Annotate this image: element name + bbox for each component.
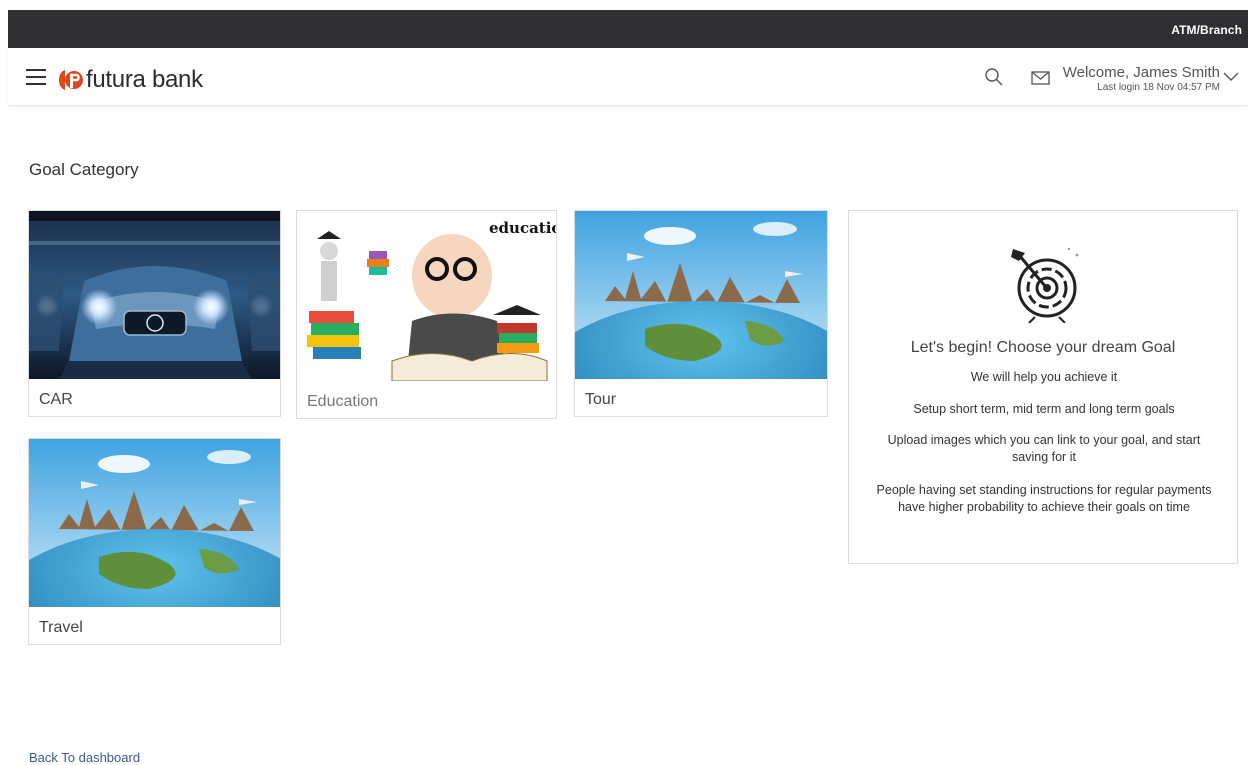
goal-card-car[interactable]: CAR: [28, 210, 281, 417]
info-line: People having set standing instructions …: [876, 483, 1212, 514]
atm-branch-link[interactable]: ATM/Branch: [1171, 23, 1242, 37]
header: futura bank Welcome, James Smith Last lo…: [8, 48, 1248, 106]
goal-card-education[interactable]: education Education: [296, 210, 557, 419]
goal-card-tour[interactable]: Tour: [574, 210, 828, 417]
top-bar: ATM/Branch: [8, 10, 1248, 48]
goal-card-label: CAR: [39, 391, 73, 408]
goal-card-label: Education: [307, 393, 379, 410]
education-caption: education: [489, 219, 556, 237]
welcome-text: Welcome, James Smith: [1062, 64, 1220, 81]
info-headline: Let's begin! Choose your dream Goal: [910, 339, 1176, 356]
goal-card-travel[interactable]: Travel: [28, 438, 281, 645]
back-to-dashboard-link[interactable]: Back To dashboard: [29, 750, 140, 765]
logo[interactable]: futura bank: [57, 66, 203, 94]
info-line: We will help you achieve it: [970, 370, 1118, 384]
menu-icon[interactable]: [26, 69, 46, 85]
car-photo: [29, 211, 280, 379]
search-icon[interactable]: [984, 67, 1004, 87]
user-menu[interactable]: Welcome, James Smith Last login 18 Nov 0…: [1060, 64, 1220, 93]
last-login-text: Last login 18 Nov 04:57 PM: [1097, 82, 1220, 93]
info-line: Setup short term, mid term and long term…: [913, 402, 1175, 416]
chevron-down-icon[interactable]: [1223, 70, 1239, 82]
futura-logo-icon: [59, 70, 83, 90]
world-landmarks-photo: [29, 439, 280, 607]
goal-card-label: Tour: [585, 391, 617, 408]
info-line: Upload images which you can link to your…: [887, 433, 1201, 464]
mail-icon[interactable]: [1031, 71, 1050, 85]
brand-name: futura bank: [86, 66, 203, 93]
page-title: Goal Category: [29, 160, 139, 179]
goal-card-label: Travel: [39, 619, 83, 636]
education-photo: education: [297, 211, 556, 381]
goal-info-panel: Let's begin! Choose your dream Goal We w…: [848, 210, 1238, 564]
world-landmarks-photo: [575, 211, 827, 379]
target-icon: [1011, 247, 1079, 323]
